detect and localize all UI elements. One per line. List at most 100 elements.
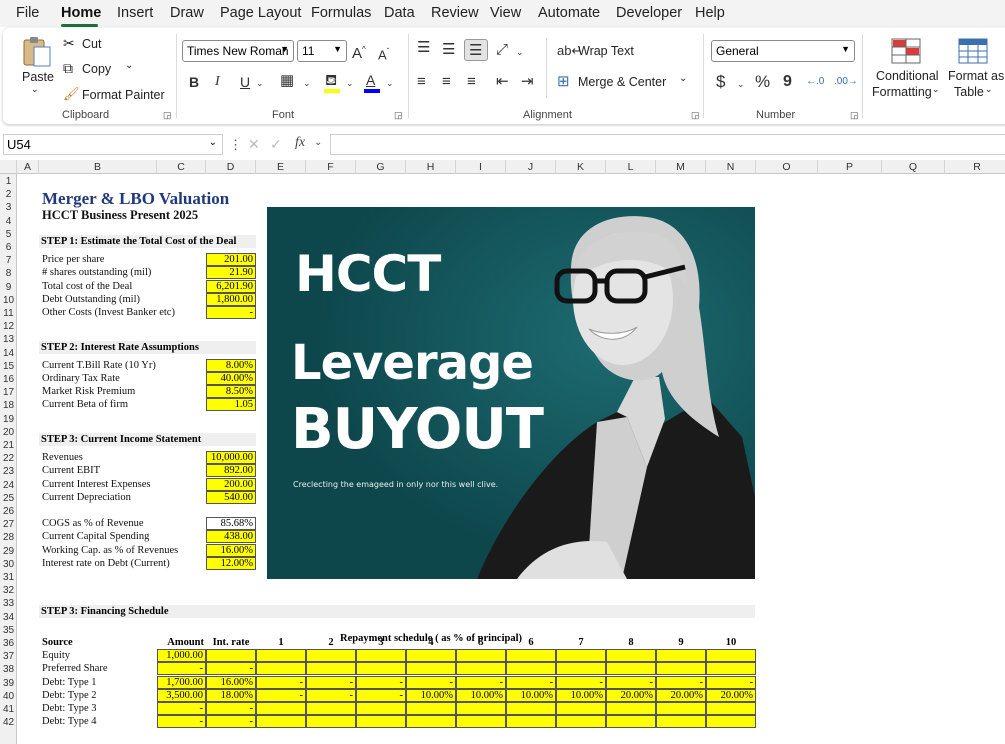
financing-source[interactable]: Debt: Type 1 — [42, 676, 96, 689]
repayment-cell[interactable] — [306, 649, 356, 663]
repayment-cell[interactable] — [506, 715, 556, 729]
input-value-cell[interactable]: 1.05 — [206, 398, 256, 412]
row-header[interactable]: 12 — [0, 320, 17, 333]
more-options-icon[interactable]: ⋮ — [229, 137, 242, 153]
col-header-d[interactable]: D — [206, 160, 256, 174]
menu-review[interactable]: Review — [431, 5, 479, 21]
repayment-cell[interactable] — [606, 662, 656, 676]
repayment-cell[interactable] — [656, 715, 706, 729]
repayment-cell[interactable] — [256, 662, 306, 676]
repayment-cell[interactable] — [406, 649, 456, 663]
repayment-cell[interactable] — [706, 702, 756, 715]
row-header[interactable]: 13 — [0, 333, 17, 346]
row-header[interactable]: 17 — [0, 386, 17, 399]
input-value-cell[interactable]: 6,201.90 — [206, 279, 256, 293]
financing-amount-cell[interactable]: 1,000.00 — [157, 649, 206, 663]
input-value-cell[interactable]: 8.50% — [206, 385, 256, 399]
repayment-cell[interactable] — [306, 662, 356, 676]
financing-source[interactable]: Debt: Type 3 — [42, 702, 96, 715]
input-label[interactable]: Current Depreciation — [42, 491, 131, 504]
col-header-o[interactable]: O — [756, 160, 818, 174]
repayment-cell[interactable] — [506, 702, 556, 715]
input-value-cell[interactable]: 892.00 — [206, 464, 256, 478]
input-label[interactable]: Current T.Bill Rate (10 Yr) — [42, 359, 156, 372]
financing-col-header[interactable]: 9 — [656, 636, 706, 649]
input-label[interactable]: Working Cap. as % of Revenues — [42, 544, 178, 557]
repayment-cell[interactable]: - — [306, 675, 356, 689]
repayment-cell[interactable] — [706, 715, 756, 729]
repayment-cell[interactable] — [356, 649, 406, 663]
input-label[interactable]: Ordinary Tax Rate — [42, 372, 120, 385]
repayment-cell[interactable] — [456, 715, 506, 729]
align-right-icon[interactable]: ≡ — [467, 72, 476, 92]
step3-heading[interactable]: STEP 3: Current Income Statement — [39, 433, 256, 446]
menu-automate[interactable]: Automate — [538, 5, 600, 21]
row-header[interactable]: 22 — [0, 452, 17, 465]
row-header[interactable]: 29 — [0, 545, 17, 558]
col-header-r[interactable]: R — [945, 160, 1005, 174]
menu-file[interactable]: File — [16, 5, 39, 21]
input-label[interactable]: Current Beta of firm — [42, 398, 128, 411]
font-name-select[interactable]: Times New Roman ▼ — [182, 40, 294, 62]
col-header-g[interactable]: G — [356, 160, 406, 174]
row-header[interactable]: 7 — [0, 254, 17, 267]
col-header-e[interactable]: E — [256, 160, 306, 174]
repayment-cell[interactable] — [706, 649, 756, 663]
repayment-cell[interactable]: - — [556, 675, 606, 689]
repayment-cell[interactable]: 10.00% — [456, 688, 506, 702]
cut-button[interactable]: ✂ Cut — [63, 35, 113, 53]
financing-col-header[interactable]: Int. rate — [206, 636, 256, 649]
repayment-cell[interactable]: - — [256, 675, 306, 689]
row-header[interactable]: 36 — [0, 637, 17, 650]
repayment-cell[interactable] — [656, 702, 706, 715]
cancel-icon[interactable]: ✕ — [248, 136, 260, 153]
row-header[interactable]: 20 — [0, 426, 17, 439]
increase-indent-icon[interactable]: ⇥ — [521, 72, 534, 92]
row-header[interactable]: 10 — [0, 294, 17, 307]
repayment-cell[interactable] — [606, 649, 656, 663]
col-header-m[interactable]: M — [656, 160, 706, 174]
input-value-cell[interactable]: 438.00 — [206, 530, 256, 544]
financing-col-header[interactable]: Source — [39, 636, 157, 649]
chevron-down-icon[interactable]: ⌄ — [303, 73, 311, 93]
row-header[interactable]: 40 — [0, 690, 17, 703]
input-value-cell[interactable]: 1,800.00 — [206, 292, 256, 306]
step1-heading[interactable]: STEP 1: Estimate the Total Cost of the D… — [39, 235, 256, 248]
financing-col-header[interactable]: 1 — [256, 636, 306, 649]
col-header-b[interactable]: B — [39, 160, 157, 174]
financing-heading[interactable]: STEP 3: Financing Schedule — [39, 605, 755, 618]
repayment-cell[interactable]: - — [706, 675, 756, 689]
repayment-cell[interactable] — [556, 702, 606, 715]
repayment-cell[interactable]: - — [356, 688, 406, 702]
row-header[interactable]: 38 — [0, 663, 17, 676]
repayment-cell[interactable]: - — [306, 688, 356, 702]
row-header[interactable]: 25 — [0, 492, 17, 505]
repayment-cell[interactable] — [306, 702, 356, 715]
row-header[interactable]: 4 — [0, 215, 17, 228]
merge-center-button[interactable]: ⊞ Merge & Center ⌄ — [557, 72, 692, 92]
col-header-i[interactable]: I — [456, 160, 506, 174]
input-value-cell[interactable]: 40.00% — [206, 372, 256, 385]
input-value-cell[interactable]: 10,000.00 — [206, 451, 256, 465]
input-value-cell[interactable]: 12.00% — [206, 556, 256, 570]
chevron-down-icon[interactable]: ⌄ — [314, 137, 322, 148]
menu-data[interactable]: Data — [384, 5, 415, 21]
financing-amount-cell[interactable]: 1,700.00 — [157, 675, 206, 689]
financing-amount-cell[interactable]: - — [157, 662, 206, 676]
row-header[interactable]: 6 — [0, 241, 17, 254]
repayment-cell[interactable] — [456, 662, 506, 676]
row-header[interactable]: 2 — [0, 188, 17, 201]
repayment-cell[interactable]: - — [356, 675, 406, 689]
row-header[interactable]: 34 — [0, 611, 17, 624]
repayment-cell[interactable] — [506, 649, 556, 663]
repayment-cell[interactable]: 20.00% — [656, 688, 706, 702]
repayment-cell[interactable] — [356, 702, 406, 715]
align-middle-icon[interactable]: ☰ — [442, 40, 455, 60]
financing-rate-cell[interactable]: - — [206, 702, 256, 715]
dialog-launcher-icon[interactable]: ◲ — [163, 110, 172, 121]
financing-col-header[interactable]: Amount — [157, 636, 206, 649]
increase-decimal-icon[interactable]: ←.0 — [806, 72, 824, 92]
col-header-l[interactable]: L — [606, 160, 656, 174]
menu-draw[interactable]: Draw — [170, 5, 204, 21]
row-header[interactable]: 24 — [0, 479, 17, 492]
